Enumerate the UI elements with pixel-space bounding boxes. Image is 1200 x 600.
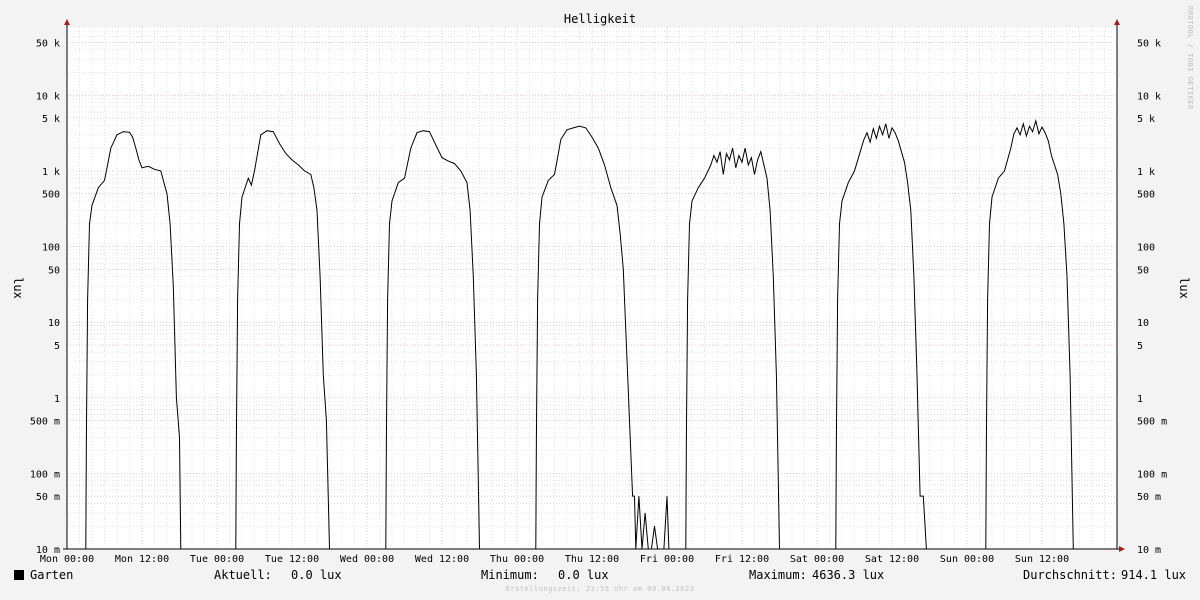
lux-chart: 10 m 10 m50 m 50 m100 m 100 m500 m 500 m1 15 5… — [11, 12, 1191, 565]
y-tick-label-right: 5 — [1137, 341, 1143, 352]
y-tick-label-right: 500 — [1137, 190, 1155, 201]
y-tick-label-right: 100 — [1137, 243, 1155, 254]
creation-time-footer: Erstellungszeit: 23:55 Uhr am 09.04.2023 — [505, 585, 695, 593]
x-axis-arrow-icon — [1119, 546, 1125, 552]
y-tick-label-left: 50 k — [36, 38, 60, 49]
y-tick-label-right: 500 m — [1137, 417, 1167, 428]
x-tick-label: Mon 00:00 — [40, 554, 94, 565]
y-tick-label-left: 50 — [48, 265, 60, 276]
y-tick-label-left: 10 — [48, 318, 60, 329]
x-tick-label: Thu 00:00 — [490, 554, 544, 565]
legend-series-name: Garten — [30, 568, 74, 582]
x-tick-label: Sun 00:00 — [940, 554, 994, 565]
legend-maximum-label: Maximum: — [749, 568, 807, 582]
y-tick-label-left: 500 m — [30, 417, 60, 428]
y-axis-label-left: lux — [11, 277, 25, 299]
x-tick-label: Sat 00:00 — [790, 554, 844, 565]
y-tick-label-right: 10 — [1137, 318, 1149, 329]
rrdtool-watermark: RRDTOOL / TOBI OETIKER — [1186, 6, 1194, 110]
y-tick-label-right: 50 k — [1137, 38, 1161, 49]
y-tick-label-left: 10 k — [36, 91, 60, 102]
y-tick-label-left: 5 — [54, 341, 60, 352]
legend-aktuell-label: Aktuell: — [214, 568, 272, 582]
legend: Garten Aktuell: 0.0 lux Minimum: 0.0 lux… — [0, 568, 1200, 584]
y-tick-label-right: 1 k — [1137, 167, 1155, 178]
y-tick-label-left: 50 m — [36, 492, 60, 503]
x-tick-label: Sat 12:00 — [865, 554, 919, 565]
x-tick-label: Mon 12:00 — [115, 554, 169, 565]
y-tick-label-left: 5 k — [42, 114, 60, 125]
y-tick-label-right: 5 k — [1137, 114, 1155, 125]
y-tick-label-right: 1 — [1137, 394, 1143, 405]
x-tick-labels: Mon 00:00 Mon 12:00 Tue 00:00 Tue 12:00 Wed … — [40, 554, 1069, 565]
x-tick-label: Wed 12:00 — [415, 554, 469, 565]
y-tick-label-left: 1 k — [42, 167, 60, 178]
y-tick-label-right: 100 m — [1137, 469, 1167, 480]
y-tick-label-left: 100 — [42, 243, 60, 254]
x-tick-label: Wed 00:00 — [340, 554, 394, 565]
y-axis-label-right: lux — [1177, 277, 1191, 299]
y-tick-label-right: 50 m — [1137, 492, 1161, 503]
x-tick-label: Fri 00:00 — [640, 554, 694, 565]
legend-avg-value: 914.1 lux — [1121, 568, 1187, 582]
chart-stage: 10 m 10 m 50 m 50 m 100 m 100 m 500 m 500 m1155… — [0, 0, 1200, 600]
y-tick-label-left: 100 m — [30, 469, 60, 480]
legend-avg-label: Durchschnitt: — [1023, 568, 1117, 582]
x-tick-label: Fri 12:00 — [715, 554, 769, 565]
x-tick-label: Thu 12:00 — [565, 554, 619, 565]
legend-minimum-label: Minimum: — [481, 568, 539, 582]
y-tick-label-right: 10 k — [1137, 91, 1161, 102]
legend-maximum-value: 4636.3 lux — [812, 568, 885, 582]
x-tick-label: Sun 12:00 — [1015, 554, 1069, 565]
chart-title: Helligkeit — [564, 12, 636, 26]
y-tick-label-right: 50 — [1137, 265, 1149, 276]
y-tick-label-left: 500 — [42, 190, 60, 201]
y-axis-left-arrow-icon — [64, 19, 70, 25]
y-tick-label-left: 1 — [54, 394, 60, 405]
y-axis-right-arrow-icon — [1114, 19, 1120, 25]
x-tick-label: Tue 12:00 — [265, 554, 319, 565]
y-tick-label-right: 10 m — [1137, 545, 1161, 556]
legend-aktuell-value: 0.0 lux — [291, 568, 342, 582]
legend-minimum-value: 0.0 lux — [558, 568, 609, 582]
x-tick-label: Tue 00:00 — [190, 554, 244, 565]
legend-swatch — [14, 570, 24, 580]
